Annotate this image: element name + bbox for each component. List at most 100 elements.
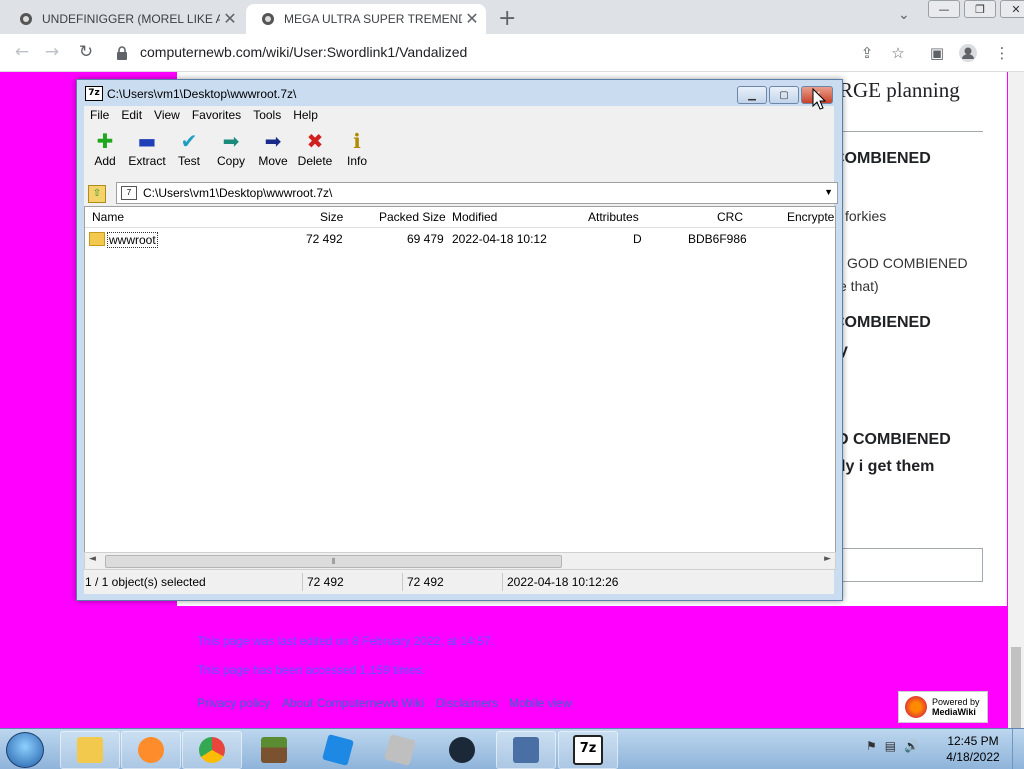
- content-line: COMBIENED: [833, 314, 931, 331]
- close-tab-icon[interactable]: ✕: [462, 9, 482, 29]
- tool-label: Test: [177, 154, 200, 168]
- forward-arrow-icon[interactable]: →: [40, 40, 64, 64]
- footer-link-disclaimers[interactable]: Disclaimers: [436, 696, 498, 710]
- file-modified: 2022-04-18 10:12: [452, 232, 547, 246]
- tool-label: Delete: [297, 154, 333, 168]
- tab-mega-ultra[interactable]: MEGA ULTRA SUPER TREMENDO ✕: [246, 4, 486, 34]
- chrome-icon: [199, 737, 225, 763]
- minimize-button[interactable]: —: [928, 0, 960, 18]
- menu-file[interactable]: File: [84, 106, 115, 124]
- footer-link-mobile[interactable]: Mobile view: [509, 696, 572, 710]
- move-button[interactable]: ➡ Move: [252, 128, 294, 178]
- clock-time: 12:45 PM: [947, 734, 999, 748]
- close-tab-icon[interactable]: ✕: [220, 9, 240, 29]
- file-name[interactable]: wwwroot: [107, 232, 158, 248]
- start-button[interactable]: [6, 732, 44, 768]
- add-button[interactable]: ✚ Add: [84, 128, 126, 178]
- scrollbar-thumb[interactable]: [1011, 647, 1021, 737]
- file-attributes: D: [633, 232, 642, 246]
- column-name[interactable]: Name: [92, 210, 124, 224]
- powered-by-mediawiki-badge[interactable]: Powered by MediaWiki: [898, 691, 988, 723]
- copy-arrow-icon: ➡: [222, 129, 240, 153]
- minimize-button[interactable]: ▁: [737, 86, 767, 104]
- file-list[interactable]: Name Size Packed Size Modified Attribute…: [84, 206, 836, 554]
- tool-label: Copy: [216, 154, 245, 168]
- taskbar-media-player[interactable]: [121, 731, 181, 769]
- file-packed-size: 69 479: [407, 232, 444, 246]
- tab-undefinigger[interactable]: UNDEFINIGGER (MOREL LIKE AU ✕: [4, 4, 244, 34]
- address-bar[interactable]: computernewb.com/wiki/User:Swordlink1/Va…: [108, 38, 848, 66]
- page-scrollbar[interactable]: [1008, 72, 1024, 737]
- heading-divider: [837, 131, 983, 132]
- folder-up-icon[interactable]: ⇧: [88, 185, 106, 203]
- extract-button[interactable]: ▬ Extract: [126, 128, 168, 178]
- menu-help[interactable]: Help: [287, 106, 324, 124]
- taskbar-roblox[interactable]: [308, 731, 368, 769]
- maximize-button[interactable]: ▢: [769, 86, 799, 104]
- file-crc: BDB6F986: [688, 232, 747, 246]
- scroll-right-icon[interactable]: ►: [824, 554, 831, 564]
- check-icon: ✔: [180, 129, 198, 153]
- tab-search-icon[interactable]: ⌄: [898, 7, 910, 23]
- footer-link-privacy[interactable]: Privacy policy: [197, 696, 270, 710]
- show-desktop-button[interactable]: [1012, 729, 1024, 769]
- column-crc[interactable]: CRC: [717, 210, 743, 224]
- profile-avatar-icon[interactable]: [958, 43, 978, 63]
- column-packed-size[interactable]: Packed Size: [379, 210, 446, 224]
- menu-favorites[interactable]: Favorites: [186, 106, 247, 124]
- taskbar-7zip[interactable]: 7z: [558, 731, 618, 769]
- reload-icon[interactable]: ↻: [74, 40, 98, 64]
- action-center-flag-icon[interactable]: ⚑: [866, 739, 877, 753]
- scroll-left-icon[interactable]: ◄: [89, 554, 96, 564]
- dropdown-arrow-icon[interactable]: ▼: [824, 187, 833, 197]
- content-line: GOD COMBIENED: [847, 255, 968, 271]
- volume-icon[interactable]: 🔊: [904, 739, 919, 753]
- bookmark-star-icon[interactable]: ☆: [888, 43, 908, 63]
- scrollbar-thumb[interactable]: ⦀: [105, 555, 562, 568]
- network-icon[interactable]: ▤: [885, 739, 896, 753]
- archive-path-field[interactable]: 7 C:\Users\vm1\Desktop\wwwroot.7z\ ▼: [116, 182, 838, 204]
- taskbar-minecraft[interactable]: [244, 731, 304, 769]
- menu-kebab-icon[interactable]: ⋮: [992, 43, 1012, 63]
- table-row[interactable]: wwwroot 72 492 69 479 2022-04-18 10:12 D…: [85, 229, 835, 249]
- test-button[interactable]: ✔ Test: [168, 128, 210, 178]
- tab-title: MEGA ULTRA SUPER TREMENDO: [284, 12, 462, 26]
- menu-edit[interactable]: Edit: [115, 106, 148, 124]
- status-size: 72 492: [307, 575, 344, 589]
- taskbar-roblox-studio[interactable]: [370, 731, 430, 769]
- taskbar-steam[interactable]: [432, 731, 492, 769]
- move-arrow-icon: ➡: [264, 129, 282, 153]
- sevenzip-titlebar[interactable]: 7z C:\Users\vm1\Desktop\wwwroot.7z\ ▁ ▢ …: [77, 80, 842, 106]
- taskbar-image-editor[interactable]: [496, 731, 556, 769]
- column-attributes[interactable]: Attributes: [588, 210, 639, 224]
- new-tab-button[interactable]: +: [498, 6, 516, 31]
- taskbar-clock[interactable]: 12:45 PM 4/18/2022: [940, 733, 1006, 765]
- copy-button[interactable]: ➡ Copy: [210, 128, 252, 178]
- content-line: COMBIENED: [833, 150, 931, 167]
- menu-tools[interactable]: Tools: [247, 106, 287, 124]
- horizontal-scrollbar[interactable]: ◄ ⦀ ►: [84, 552, 836, 570]
- restore-button[interactable]: ❐: [964, 0, 996, 18]
- footer-link-about[interactable]: About Computernewb Wiki: [282, 696, 424, 710]
- status-divider: [502, 573, 503, 591]
- back-arrow-icon[interactable]: ←: [10, 40, 34, 64]
- image-editor-icon: [513, 737, 539, 763]
- status-bar: 1 / 1 object(s) selected 72 492 72 492 2…: [84, 572, 834, 592]
- taskbar-chrome[interactable]: [182, 731, 242, 769]
- side-panel-icon[interactable]: ▣: [927, 43, 947, 63]
- column-size[interactable]: Size: [320, 210, 343, 224]
- delete-x-icon: ✖: [306, 129, 324, 153]
- column-encrypted[interactable]: Encrypte: [787, 210, 834, 224]
- share-icon[interactable]: ⇪: [857, 43, 877, 63]
- delete-button[interactable]: ✖ Delete: [294, 128, 336, 178]
- close-window-button[interactable]: ✕: [1000, 0, 1024, 18]
- taskbar-file-explorer[interactable]: [60, 731, 120, 769]
- content-line: e that): [839, 278, 879, 294]
- tool-label: Extract: [128, 154, 166, 168]
- column-modified[interactable]: Modified: [452, 210, 497, 224]
- menu-view[interactable]: View: [148, 106, 186, 124]
- info-button[interactable]: ℹ Info: [336, 128, 378, 178]
- info-icon: ℹ: [353, 129, 361, 153]
- status-divider: [302, 573, 303, 591]
- plus-icon: ✚: [96, 129, 114, 153]
